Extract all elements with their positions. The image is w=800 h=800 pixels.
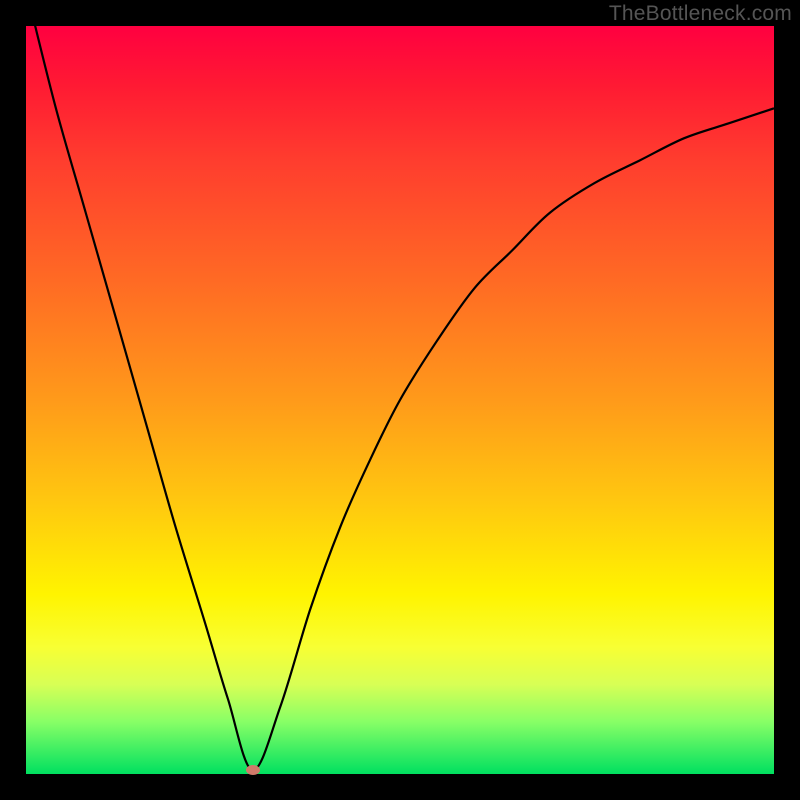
plot-area bbox=[26, 26, 774, 774]
watermark-text: TheBottleneck.com bbox=[609, 2, 792, 26]
chart-frame: TheBottleneck.com bbox=[0, 0, 800, 800]
bottleneck-curve bbox=[26, 26, 774, 774]
optimal-marker bbox=[246, 765, 260, 775]
curve-path bbox=[26, 26, 774, 770]
